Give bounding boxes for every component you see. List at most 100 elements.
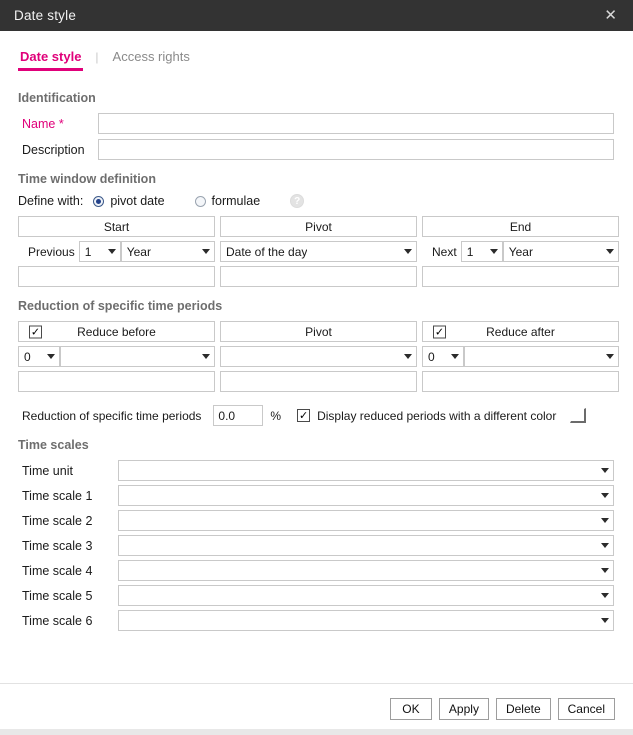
dialog-content: Identification Name * Description Time w… (0, 69, 633, 631)
reduce-after-extra-input[interactable] (422, 371, 619, 392)
pivot-unit-select[interactable]: Date of the day (220, 241, 417, 262)
end-count-select[interactable]: 1 (460, 241, 503, 262)
start-extra-input[interactable] (18, 266, 215, 287)
time-scale-1-row: Time scale 1 (18, 485, 615, 506)
reduce-after-header: ✓ Reduce after (422, 321, 619, 342)
dialog-titlebar: Date style ✕ (0, 0, 633, 31)
chevron-down-icon (489, 249, 498, 254)
identification-section-title: Identification (18, 91, 96, 105)
start-controls: Previous 1 Year (18, 241, 215, 262)
radio-formulae-icon (194, 195, 206, 207)
reduce-after-checkbox[interactable]: ✓ (433, 325, 446, 338)
start-prefix-label: Previous (28, 244, 75, 259)
reduce-before-extra-input[interactable] (18, 371, 215, 392)
radio-pivot-date[interactable]: pivot date (93, 194, 174, 208)
end-unit-select[interactable]: Year (502, 241, 619, 262)
end-controls: Next 1 Year (422, 241, 619, 262)
time-scale-4-row: Time scale 4 (18, 560, 615, 581)
chevron-down-icon (404, 354, 412, 359)
start-header: Start (18, 216, 215, 237)
chevron-down-icon (601, 468, 609, 473)
start-unit-value: Year (126, 244, 151, 259)
reduce-after-unit-select[interactable] (464, 346, 619, 367)
start-unit-select[interactable]: Year (120, 241, 215, 262)
reduction-pivot-extra-input[interactable] (220, 371, 417, 392)
time-scale-3-row: Time scale 3 (18, 535, 615, 556)
radio-pivot-date-icon (93, 195, 105, 207)
close-icon[interactable]: ✕ (600, 6, 621, 25)
time-scales-section-title: Time scales (18, 438, 89, 452)
time-scale-4-select[interactable] (118, 560, 614, 581)
chevron-down-icon (47, 354, 55, 359)
reduction-column-before: ✓ Reduce before 0 (18, 321, 215, 392)
reduction-pivot-header: Pivot (220, 321, 417, 342)
time-scale-5-row: Time scale 5 (18, 585, 615, 606)
time-scale-1-select[interactable] (118, 485, 614, 506)
time-unit-select[interactable] (118, 460, 614, 481)
display-color-checkbox[interactable]: ✓ (297, 409, 311, 422)
help-icon[interactable]: ? (290, 194, 305, 208)
end-prefix-label: Next (432, 244, 457, 259)
time-scale-5-select[interactable] (118, 585, 614, 606)
time-scale-6-row: Time scale 6 (18, 610, 615, 631)
reduce-after-count-select[interactable]: 0 (422, 346, 464, 367)
time-scale-4-label: Time scale 4 (22, 563, 93, 578)
reduction-section-title: Reduction of specific time periods (18, 299, 223, 313)
display-color-label: Display reduced periods with a different… (317, 408, 557, 423)
start-count-select[interactable]: 1 (78, 241, 121, 262)
time-scale-1-label: Time scale 1 (22, 488, 93, 503)
chevron-down-icon (404, 249, 412, 254)
end-extra-input[interactable] (422, 266, 619, 287)
description-input[interactable] (98, 139, 614, 160)
time-window-column-pivot: Pivot Date of the day (220, 216, 417, 287)
radio-formulae[interactable]: formulae (194, 194, 271, 208)
radio-pivot-date-label: pivot date (110, 194, 165, 208)
reduce-before-unit-select[interactable] (60, 346, 215, 367)
tab-bar: Date style | Access rights (0, 31, 633, 71)
chevron-down-icon (606, 249, 614, 254)
time-scale-6-select[interactable] (118, 610, 614, 631)
pivot-extra-input[interactable] (220, 266, 417, 287)
define-with-row: Define with: pivot date formulae ? (18, 194, 615, 208)
time-scale-5-label: Time scale 5 (22, 588, 93, 603)
apply-button[interactable]: Apply (438, 698, 489, 720)
dialog-title: Date style (14, 8, 77, 23)
tab-access-rights[interactable]: Access rights (111, 45, 192, 69)
ok-button[interactable]: OK (389, 698, 432, 720)
chevron-down-icon (202, 354, 210, 359)
reduction-column-after: ✓ Reduce after 0 (422, 321, 619, 392)
end-header: End (422, 216, 619, 237)
delete-button[interactable]: Delete (495, 698, 551, 720)
name-row: Name * (18, 113, 615, 134)
time-scale-2-row: Time scale 2 (18, 510, 615, 531)
chevron-down-icon (601, 618, 609, 623)
time-unit-row: Time unit (18, 460, 615, 481)
time-window-column-start: Start Previous 1 Year (18, 216, 215, 287)
chevron-down-icon (202, 249, 210, 254)
cancel-button[interactable]: Cancel (557, 698, 615, 720)
reduction-percent-input[interactable]: 0.0 (213, 405, 264, 426)
chevron-down-icon (601, 493, 609, 498)
time-scale-3-select[interactable] (118, 535, 614, 556)
chevron-down-icon (107, 249, 116, 254)
reduce-before-count-select[interactable]: 0 (18, 346, 60, 367)
color-swatch-button[interactable] (570, 408, 587, 423)
time-scale-3-label: Time scale 3 (22, 538, 93, 553)
tab-date-style[interactable]: Date style (18, 45, 84, 71)
reduce-before-count-value: 0 (24, 349, 31, 364)
reduction-summary-row: Reduction of specific time periods 0.0 %… (18, 405, 615, 426)
chevron-down-icon (451, 354, 459, 359)
pivot-unit-value: Date of the day (226, 244, 308, 259)
time-scale-2-select[interactable] (118, 510, 614, 531)
end-unit-value: Year (508, 244, 533, 259)
time-unit-label: Time unit (22, 463, 73, 478)
end-count-value: 1 (466, 244, 474, 259)
percent-symbol: % (270, 408, 282, 423)
footer-buttons: OK Apply Delete Cancel (389, 698, 615, 720)
radio-formulae-label: formulae (211, 194, 261, 208)
time-window-section-title: Time window definition (18, 172, 156, 186)
chevron-down-icon (601, 568, 609, 573)
name-input[interactable] (98, 113, 614, 134)
reduction-pivot-select[interactable] (220, 346, 417, 367)
reduce-before-checkbox[interactable]: ✓ (29, 325, 42, 338)
